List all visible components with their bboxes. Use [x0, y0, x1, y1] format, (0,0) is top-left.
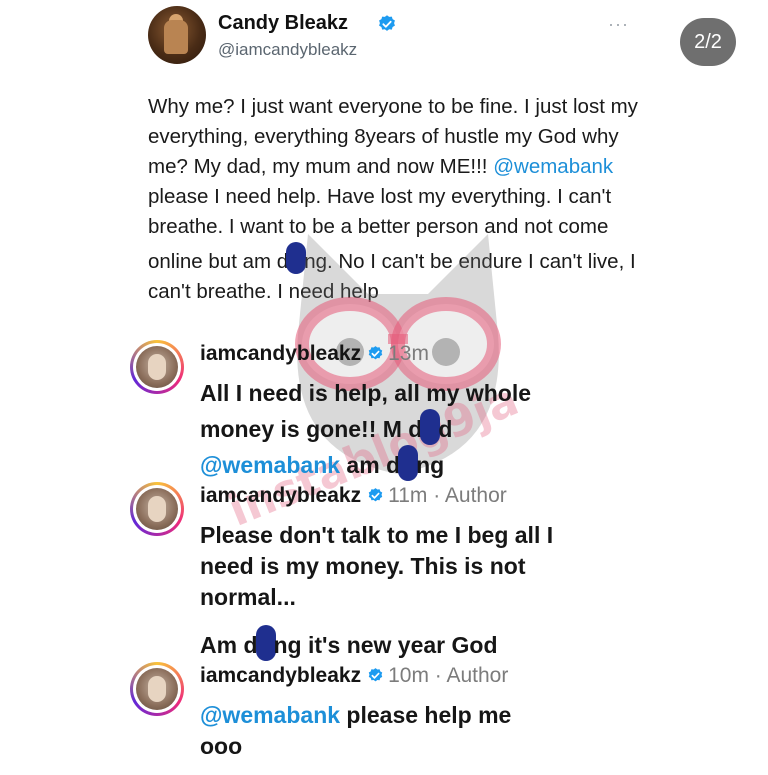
- comment-paragraph: Am d: [200, 632, 258, 658]
- comment-line: ng: [416, 452, 445, 478]
- avatar-photo: [136, 488, 178, 530]
- verified-badge-icon: [368, 346, 383, 360]
- comment-header: iamcandybleakz 11m · Author: [200, 484, 507, 508]
- comment-line: d: [438, 416, 453, 442]
- comment-line: money is gone!! M d: [200, 416, 423, 442]
- comment-paragraph: ng it's new year God: [273, 632, 498, 658]
- screenshot-page: Candy Bleakz @iamcandybleakz ··· 2/2 Why…: [0, 0, 768, 775]
- comment-username[interactable]: iamcandybleakz: [200, 484, 361, 507]
- page-counter: 2/2: [680, 18, 736, 66]
- comment-username[interactable]: iamcandybleakz: [200, 342, 361, 365]
- comment-avatar[interactable]: [130, 340, 184, 394]
- tweet-header: Candy Bleakz @iamcandybleakz ···: [148, 4, 638, 66]
- comment-header: iamcandybleakz 13m: [200, 342, 429, 366]
- avatar-figure: [164, 20, 188, 54]
- comment-text: @wemabank please help me ooo: [200, 700, 550, 762]
- redaction-mark: [255, 625, 276, 661]
- tweet-avatar[interactable]: [148, 6, 206, 64]
- comment-header: iamcandybleakz 10m · Author: [200, 664, 508, 688]
- comment-text: All I need is help, all my whole money i…: [200, 378, 650, 481]
- tweet-mention-link[interactable]: @wemabank: [493, 155, 613, 178]
- avatar-photo: [136, 668, 178, 710]
- comment-line: All I need is help, all my whole: [200, 380, 532, 406]
- comment-avatar[interactable]: [130, 482, 184, 536]
- verified-badge-icon: [379, 15, 395, 31]
- tweet-author-name[interactable]: Candy Bleakz: [218, 12, 348, 35]
- comment-mention-link[interactable]: @wemabank: [200, 702, 340, 728]
- verified-badge-icon: [368, 668, 383, 682]
- comment-line: am d: [340, 452, 401, 478]
- comment-timestamp: 10m · Author: [388, 664, 509, 687]
- comment-paragraph: Please don't talk to me I beg all I need…: [200, 522, 554, 610]
- comment-timestamp: 13m: [388, 342, 429, 365]
- comment-mention-link[interactable]: @wemabank: [200, 452, 340, 478]
- tweet-body: Why me? I just want everyone to be fine.…: [148, 92, 648, 307]
- comment-avatar[interactable]: [130, 662, 184, 716]
- comment-timestamp: 11m · Author: [388, 484, 507, 507]
- verified-badge-icon: [368, 488, 383, 502]
- avatar-photo: [136, 346, 178, 388]
- comment-username[interactable]: iamcandybleakz: [200, 664, 361, 687]
- more-options-icon[interactable]: ···: [608, 14, 629, 35]
- comment-text: Please don't talk to me I beg all I need…: [200, 520, 580, 661]
- tweet-author-handle[interactable]: @iamcandybleakz: [218, 40, 357, 60]
